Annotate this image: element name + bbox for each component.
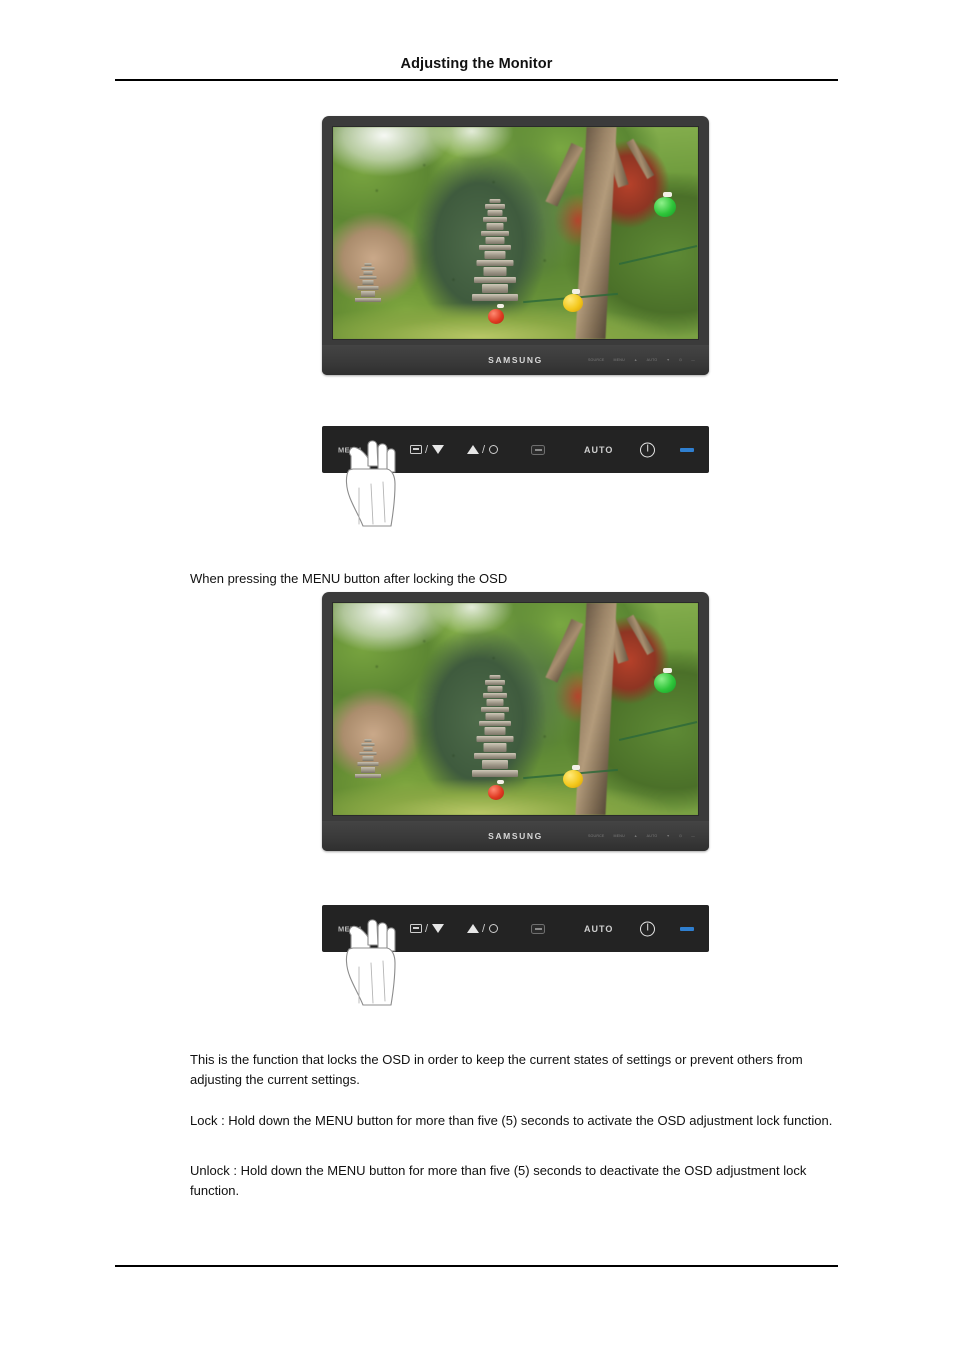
source-icon bbox=[410, 924, 422, 933]
led-indicator-icon bbox=[680, 926, 694, 931]
bezel-key-label: SOURCE bbox=[587, 358, 605, 362]
up-brightness-button[interactable]: / bbox=[467, 444, 498, 456]
footer-rule bbox=[115, 1265, 838, 1267]
auto-button[interactable]: AUTO bbox=[584, 445, 613, 455]
lantern-cap bbox=[663, 667, 673, 673]
monitor-bottom-bezel: SAMSUNG SOURCE MENU ▲ AUTO ▼ ⏻ — bbox=[322, 345, 709, 375]
monitor-figure-normal: SAMSUNG SOURCE MENU ▲ AUTO ▼ ⏻ — bbox=[322, 116, 709, 375]
enter-icon bbox=[531, 444, 545, 455]
auto-button[interactable]: AUTO bbox=[584, 924, 613, 934]
stone-pagoda bbox=[471, 675, 518, 794]
lead-text: When pressing the MENU button after lock… bbox=[190, 571, 508, 586]
lantern-cap bbox=[572, 765, 581, 771]
power-button[interactable] bbox=[640, 921, 655, 936]
bezel-key-label: ⏻ bbox=[679, 834, 683, 838]
monitor-screen bbox=[332, 126, 699, 340]
menu-button-label: MENU bbox=[338, 445, 362, 454]
monitor-figure-locked: SAMSUNG SOURCE MENU ▲ AUTO ▼ ⏻ — bbox=[322, 592, 709, 851]
sun-icon bbox=[488, 445, 498, 454]
lock-paragraph: Lock : Hold down the MENU button for mor… bbox=[190, 1113, 833, 1128]
separator-slash: / bbox=[482, 922, 486, 935]
bezel-key-label: SOURCE bbox=[587, 834, 605, 838]
bezel-key-label: ▼ bbox=[666, 358, 671, 362]
bezel-key-label: MENU bbox=[613, 358, 625, 362]
triangle-up-icon bbox=[467, 924, 479, 933]
source-icon bbox=[410, 445, 422, 454]
monitor-screen bbox=[332, 602, 699, 816]
auto-button-label: AUTO bbox=[584, 923, 614, 934]
separator-slash: / bbox=[425, 443, 429, 456]
lantern-cap bbox=[663, 191, 673, 197]
bezel-key-label: AUTO bbox=[646, 358, 658, 362]
green-lantern bbox=[654, 196, 677, 217]
page-title: Adjusting the Monitor bbox=[400, 56, 553, 72]
enter-button[interactable] bbox=[531, 444, 545, 455]
unlock-paragraph: Unlock : Hold down the MENU button for m… bbox=[190, 1163, 807, 1198]
bezel-key-label: AUTO bbox=[646, 834, 658, 838]
monitor-bottom-bezel: SAMSUNG SOURCE MENU ▲ AUTO ▼ ⏻ — bbox=[322, 821, 709, 851]
power-led-indicator bbox=[680, 447, 694, 452]
green-lantern bbox=[654, 672, 677, 693]
bezel-key-label: — bbox=[691, 358, 695, 362]
samsung-logo: SAMSUNG bbox=[488, 355, 543, 365]
bezel-key-label: MENU bbox=[613, 834, 625, 838]
small-stone-pagoda bbox=[354, 262, 381, 322]
up-brightness-button[interactable]: / bbox=[467, 923, 498, 935]
led-indicator-icon bbox=[680, 447, 694, 452]
stone-pagoda bbox=[471, 199, 518, 318]
control-panel-keys: MENU / / AUTO bbox=[322, 426, 709, 473]
control-panel-figure-normal: MENU / / AUTO bbox=[322, 426, 709, 473]
enter-button[interactable] bbox=[531, 923, 545, 934]
header-rule bbox=[115, 79, 838, 81]
bezel-key-label: ▲ bbox=[633, 834, 638, 838]
auto-button-label: AUTO bbox=[584, 444, 614, 455]
power-icon bbox=[640, 921, 655, 936]
enter-icon bbox=[531, 923, 545, 934]
lantern-cap bbox=[497, 304, 505, 309]
lantern-cap bbox=[572, 289, 581, 295]
triangle-down-icon bbox=[431, 445, 444, 454]
power-icon bbox=[640, 442, 655, 457]
description-paragraph: This is the function that locks the OSD … bbox=[190, 1052, 803, 1087]
triangle-down-icon bbox=[431, 924, 444, 933]
samsung-logo: SAMSUNG bbox=[488, 831, 543, 841]
menu-button[interactable]: MENU bbox=[338, 924, 361, 933]
bezel-key-label: ⏻ bbox=[679, 358, 683, 362]
small-stone-pagoda bbox=[354, 738, 381, 798]
control-panel-keys: MENU / / AUTO bbox=[322, 905, 709, 952]
bezel-key-labels: SOURCE MENU ▲ AUTO ▼ ⏻ — bbox=[588, 358, 695, 362]
control-panel-figure-locked: MENU / / AUTO bbox=[322, 905, 709, 952]
separator-slash: / bbox=[425, 922, 429, 935]
bezel-key-label: ▼ bbox=[666, 834, 671, 838]
power-button[interactable] bbox=[640, 442, 655, 457]
bezel-key-labels: SOURCE MENU ▲ AUTO ▼ ⏻ — bbox=[588, 834, 695, 838]
triangle-up-icon bbox=[467, 445, 479, 454]
menu-button-label: MENU bbox=[338, 924, 362, 933]
source-down-button[interactable]: / bbox=[410, 444, 444, 456]
bezel-key-label: ▲ bbox=[633, 358, 638, 362]
bezel-key-label: — bbox=[691, 834, 695, 838]
separator-slash: / bbox=[482, 443, 486, 456]
power-led-indicator bbox=[680, 926, 694, 931]
page-header: Adjusting the Monitor bbox=[115, 55, 838, 73]
source-down-button[interactable]: / bbox=[410, 923, 444, 935]
lantern-cap bbox=[497, 780, 505, 785]
sun-icon bbox=[488, 924, 498, 933]
menu-button[interactable]: MENU bbox=[338, 445, 361, 454]
